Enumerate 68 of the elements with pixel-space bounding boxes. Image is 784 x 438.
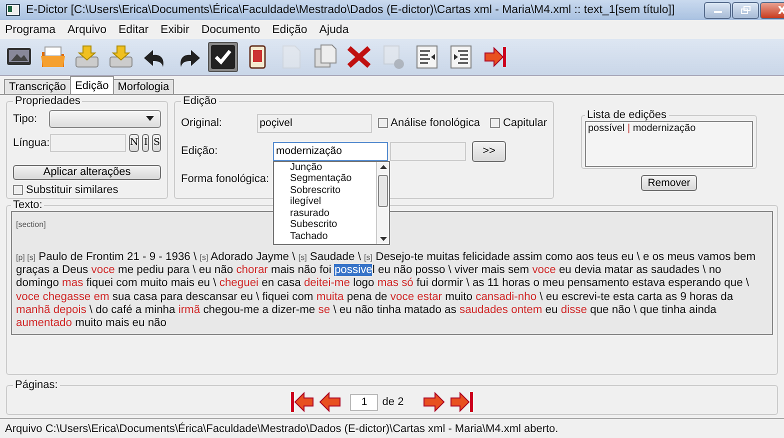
text-field[interactable] [390, 142, 466, 160]
field-label: Edição: [181, 145, 219, 157]
group-title: Texto: [12, 199, 44, 211]
tab[interactable]: Morfologia [112, 79, 174, 94]
field-label: Tipo: [13, 112, 38, 125]
scroll-down-icon [380, 236, 386, 240]
field-label: Original: [181, 117, 223, 129]
last-page-icon [450, 391, 474, 413]
field-label: Língua: [13, 136, 47, 149]
dropdown-option[interactable]: rasurado [290, 208, 376, 219]
page-count: de 2 [382, 396, 404, 408]
previous-page-button[interactable] [318, 391, 342, 413]
app-icon [6, 4, 20, 16]
right-arrow-icon [422, 391, 446, 413]
checkbox[interactable] [490, 118, 500, 128]
group-title: Páginas: [14, 379, 59, 391]
go-button[interactable]: >> [472, 140, 506, 162]
window-title: E-Dictor [C:\Users\Erica\Documents\Érica\Faculdade\Mestrado\Dados (E-dictor)\Cartas xml - Maria\M4.xml :: text_1[sem título]] [26, 4, 676, 16]
close-icon [777, 6, 784, 14]
left-arrow-icon [318, 391, 342, 413]
scrollbar[interactable] [376, 162, 389, 244]
tab[interactable]: Transcrição [4, 79, 72, 94]
dropdown-option[interactable]: Segmentação [290, 173, 376, 184]
group-title: Propriedades [14, 95, 82, 107]
checkbox[interactable] [13, 185, 23, 195]
group-title: Lista de edições [586, 109, 668, 121]
menu-item[interactable]: Edição [272, 24, 308, 36]
last-page-button[interactable] [450, 391, 474, 413]
scroll-up-icon [380, 164, 386, 168]
dropdown-option[interactable]: Tachado [290, 230, 376, 242]
field-label: Forma fonológica: [181, 173, 267, 185]
checkmark-icon [209, 43, 237, 71]
original-field[interactable]: poçivel [256, 114, 372, 132]
checkbox-label: Substituir similares [26, 184, 118, 196]
language-button[interactable]: S [152, 134, 161, 152]
group-title: Edição [182, 95, 218, 107]
checkbox[interactable] [378, 118, 388, 128]
language-button[interactable]: N [129, 134, 140, 152]
menu-item[interactable]: Programa [5, 24, 56, 36]
menu-item[interactable]: Exibir [160, 24, 190, 36]
tab[interactable]: Edição [70, 76, 114, 94]
minimize-button[interactable] [704, 2, 731, 18]
checkbox-label: Capitular [502, 117, 547, 129]
menu-item[interactable]: Editar [118, 24, 149, 36]
first-page-icon [290, 391, 314, 413]
dropdown-option[interactable]: Junção [290, 162, 376, 173]
delete-icon [345, 43, 373, 71]
first-page-button[interactable] [290, 391, 314, 413]
remove-button[interactable]: Remover [641, 175, 697, 191]
restore-icon [740, 6, 750, 14]
dropdown-option[interactable]: Subescrito [290, 219, 376, 230]
edition-field[interactable]: modernização [273, 142, 388, 160]
dropdown-option[interactable]: ilegível [290, 196, 376, 208]
menu-item[interactable]: Ajuda [319, 24, 349, 36]
apply-button[interactable]: Aplicar alterações [13, 164, 161, 180]
transcription-text: [p] [s] Paulo de Frontim 21 - 9 - 1936 \ [s] Adorado Jayme \ [s] Saudade \ [s] Desejo-te muitas felicidade assim como aos teus eu \ e os meus vamos bem graças a Deus voce me pediu para \ eu não chorar mais não foi possivel eu não posso \ viver mais sem voce eu devia matar as saudades \ no domingo mas fiquei com muito mais eu \ cheguei en casa deitei-me logo mas só fui dormir \ as 11 horas o meu pensamento estava esperando que \ voce chegasse em sua casa para descansar eu \ fiquei com muita pena de voce estar muito cansadi-nho \ eu escrevi-te esta carta as 9 horas da manhã depois \ do café a minha irmã chegou-me a dizer-me se \ eu não tinha matado as saudades ontem eu disse que não \ que tinha ainda aumentado muito mais eu não [16, 251, 757, 330]
menu-item[interactable]: Documento [201, 24, 260, 36]
toolbar-button[interactable] [208, 42, 238, 72]
section-tag: [section] [16, 220, 46, 229]
type-dropdown[interactable] [48, 110, 161, 128]
next-page-button[interactable] [422, 391, 446, 413]
page-field[interactable]: 1 [350, 394, 378, 410]
menu-item[interactable]: Arquivo [68, 24, 106, 36]
checkbox-label: Análise fonológica [390, 117, 480, 129]
restore-button[interactable] [732, 2, 759, 18]
language-button[interactable]: I [142, 134, 150, 152]
caret-icon [146, 116, 154, 122]
dropdown-option[interactable]: Sobrescrito [290, 184, 376, 196]
